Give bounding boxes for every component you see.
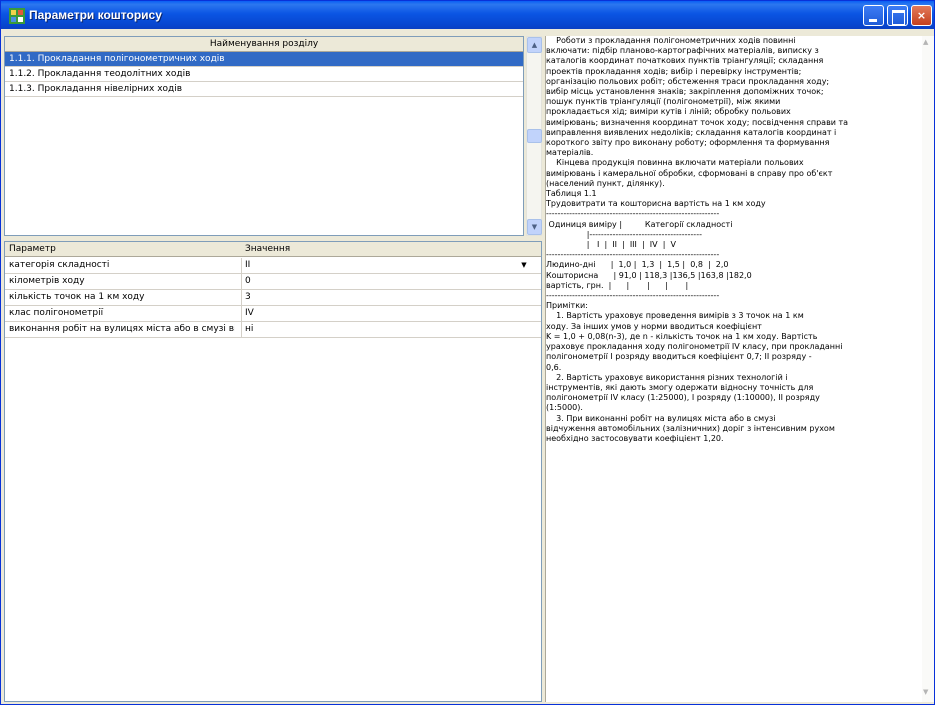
description-line: каталогів координат початкових пунктів т… — [546, 56, 824, 66]
description-line: Трудовитрати та кошторисна вартість на 1… — [546, 199, 766, 209]
param-name: клас полігонометрії — [9, 308, 104, 318]
description-line: ----------------------------------------… — [546, 250, 720, 260]
description-line: матеріалів. — [546, 148, 594, 158]
section-item[interactable]: 1.1.3. Прокладання нівелірних ходів — [5, 82, 523, 97]
description-line: проектів прокладання ходів; вибір і пере… — [546, 66, 802, 76]
description-line: необхідно застосовувати коефіцієнт 1,20. — [546, 433, 724, 443]
close-button[interactable]: × — [911, 5, 932, 26]
param-row[interactable]: кількість точок на 1 км ходу 3 — [5, 290, 541, 306]
scroll-down-icon[interactable]: ▼ — [527, 219, 542, 235]
description-scrollbar[interactable]: ▲ ▼ — [922, 36, 934, 702]
description-line: Кошторисна | 91,0 | 118,3 |136,5 |163,8 … — [546, 270, 752, 280]
app-icon — [9, 8, 25, 24]
description-line: |--------------------------------------- — [546, 229, 702, 239]
description-line: Людино-дні | 1,0 | 1,3 | 1,5 | 0,8 | 2,0 — [546, 260, 729, 270]
description-line: вартість, грн. | | | | | — [546, 280, 689, 290]
window-title: Параметри кошторису — [29, 8, 162, 22]
scroll-thumb[interactable] — [527, 129, 542, 143]
description-line: полігонометрії IV класу (1:25000), I роз… — [546, 393, 820, 403]
param-value[interactable]: II — [241, 258, 541, 273]
param-value[interactable]: ні — [241, 322, 541, 337]
value-column-header[interactable]: Значення — [245, 242, 290, 257]
maximize-button[interactable] — [887, 5, 908, 26]
sections-scrollbar[interactable]: ▲ ▼ — [526, 36, 542, 236]
description-line: Одиниця виміру | Категорії складності — [546, 219, 733, 229]
description-line: 3. При виконанні робіт на вулицях міста … — [546, 413, 776, 423]
chevron-down-icon[interactable]: ▼ — [517, 259, 531, 272]
description-line: ходу. За інших умов у норми вводиться ко… — [546, 321, 762, 331]
param-row[interactable]: кілометрів ходу 0 — [5, 274, 541, 290]
description-line: вибір місць установлення знаків; закріпл… — [546, 87, 824, 97]
description-line: включати: підбір планово-картографічних … — [546, 46, 819, 56]
description-line: вимірювань; визначення координат точок х… — [546, 117, 849, 127]
description-line: виправлення виявлених недоліків; складан… — [546, 127, 837, 137]
param-value[interactable]: 0 — [241, 274, 541, 289]
description-line: відчуження автомобільних (залізничних) д… — [546, 423, 835, 433]
description-line: Примітки: — [546, 301, 588, 311]
description-line: ураховує прокладання ходу полігонометрії… — [546, 342, 843, 352]
description-line: пошук пунктів тріангуляції (полігонометр… — [546, 97, 781, 107]
description-line: інструментів, які дають змогу одержати в… — [546, 382, 814, 392]
description-line: Таблиця 1.1 — [546, 189, 597, 199]
description-line: вимірювань і камеральної обробки, сформо… — [546, 168, 833, 178]
param-name: виконання робіт на вулицях міста або в с… — [9, 324, 235, 334]
description-line: полігонометрії I розряду вводиться коефі… — [546, 352, 812, 362]
param-row[interactable]: категорія складності II ▼ — [5, 258, 541, 274]
param-column-header[interactable]: Параметр — [9, 242, 56, 257]
description-line: ----------------------------------------… — [546, 291, 720, 301]
description-line: 0,6. — [546, 362, 562, 372]
section-item[interactable]: 1.1.2. Прокладання теодолітних ходів — [5, 67, 523, 82]
param-row[interactable]: виконання робіт на вулицях міста або в с… — [5, 322, 541, 338]
sections-header[interactable]: Найменування розділу — [5, 37, 523, 52]
param-name: кількість точок на 1 км ходу — [9, 292, 145, 302]
description-line: | I | II | III | IV | V — [546, 240, 676, 250]
param-name: кілометрів ходу — [9, 276, 85, 286]
description-pane[interactable]: Роботи з прокладання полігонометричних х… — [545, 36, 922, 702]
description-line: ----------------------------------------… — [546, 209, 720, 219]
section-item[interactable]: 1.1.1. Прокладання полігонометричних ход… — [5, 52, 523, 67]
sections-list[interactable]: Найменування розділу 1.1.1. Прокладання … — [4, 36, 524, 236]
param-row[interactable]: клас полігонометрії IV — [5, 306, 541, 322]
title-bar[interactable]: Параметри кошторису × — [1, 1, 934, 29]
params-grid: Параметр Значення категорія складності I… — [4, 241, 542, 702]
description-line: короткого звіту про виконану роботу; офо… — [546, 138, 830, 148]
description-line: K = 1,0 + 0,08(n-3), де n - кількість то… — [546, 331, 818, 341]
param-value[interactable]: IV — [241, 306, 541, 321]
description-line: організацію польових робіт; обстеження т… — [546, 76, 830, 86]
description-line: (1:5000). — [546, 403, 583, 413]
description-line: 1. Вартість ураховує проведення вимірів … — [546, 311, 804, 321]
params-header: Параметр Значення — [5, 242, 541, 257]
minimize-button[interactable] — [863, 5, 884, 26]
scroll-up-icon[interactable]: ▲ — [923, 38, 928, 46]
scroll-up-icon[interactable]: ▲ — [527, 37, 542, 53]
description-line: (населений пункт, ділянку). — [546, 178, 665, 188]
description-line: Роботи з прокладання полігонометричних х… — [546, 36, 796, 45]
param-name: категорія складності — [9, 260, 110, 270]
param-value[interactable]: 3 — [241, 290, 541, 305]
description-line: Кінцева продукція повинна включати матер… — [546, 158, 804, 168]
scroll-down-icon[interactable]: ▼ — [923, 688, 928, 696]
description-line: 2. Вартість ураховує використання різних… — [546, 372, 788, 382]
description-line: прокладається хід; виміри кутів і ліній;… — [546, 107, 791, 117]
